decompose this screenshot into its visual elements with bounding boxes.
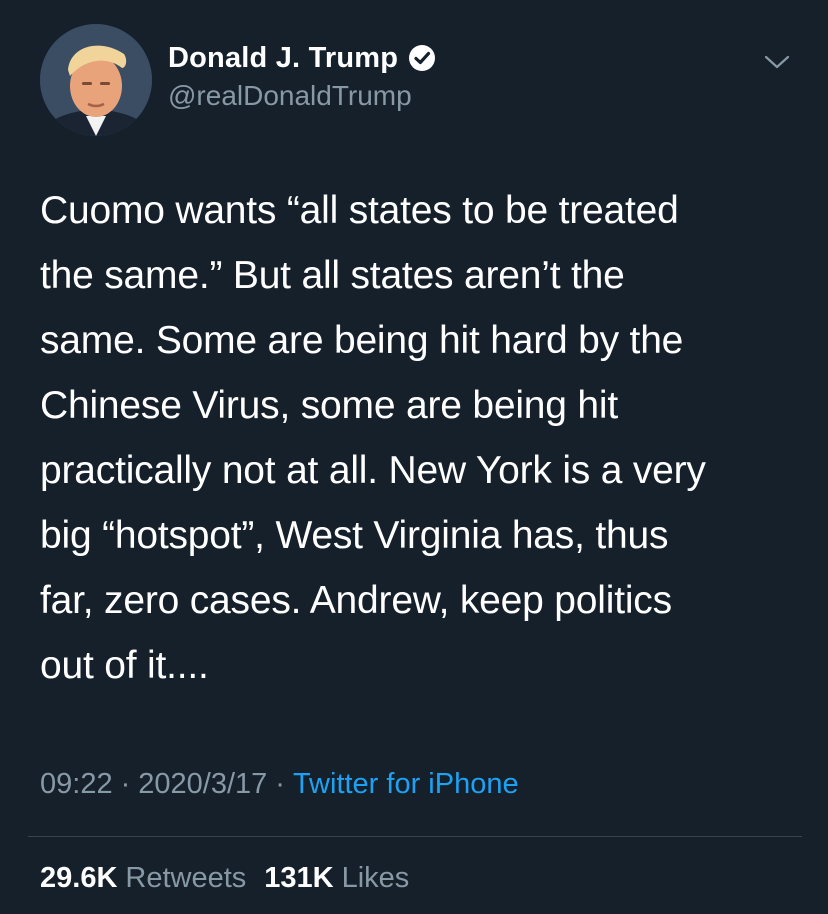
likes-stat[interactable]: 131K Likes — [264, 862, 409, 895]
retweets-label: Retweets — [125, 862, 247, 894]
avatar[interactable] — [40, 24, 152, 136]
tweet-text: Cuomo wants “all states to be treated th… — [40, 189, 706, 687]
meta-separator: · — [120, 768, 131, 800]
author-display-name[interactable]: Donald J. Trump — [168, 42, 398, 75]
author-handle[interactable]: @realDonaldTrump — [168, 80, 412, 112]
retweets-count: 29.6K — [40, 862, 118, 894]
retweets-stat[interactable]: 29.6K Retweets — [40, 862, 246, 895]
chevron-down-icon[interactable] — [762, 50, 792, 74]
likes-count: 131K — [264, 862, 334, 894]
tweet-source-link[interactable]: Twitter for iPhone — [293, 768, 519, 801]
tweet-stats: 29.6K Retweets 131K Likes — [40, 862, 409, 895]
divider — [28, 836, 802, 837]
verified-badge-icon — [408, 44, 436, 72]
avatar-image — [40, 24, 152, 136]
meta-separator: · — [275, 768, 285, 800]
author-name-row: Donald J. Trump — [168, 38, 436, 78]
tweet-time: 09:22 — [40, 768, 113, 800]
tweet-date[interactable]: 2020/3/17 — [138, 768, 267, 801]
tweet-meta: 09:22 · 2020/3/17 · Twitter for iPhone — [40, 768, 519, 801]
likes-label: Likes — [341, 862, 410, 894]
